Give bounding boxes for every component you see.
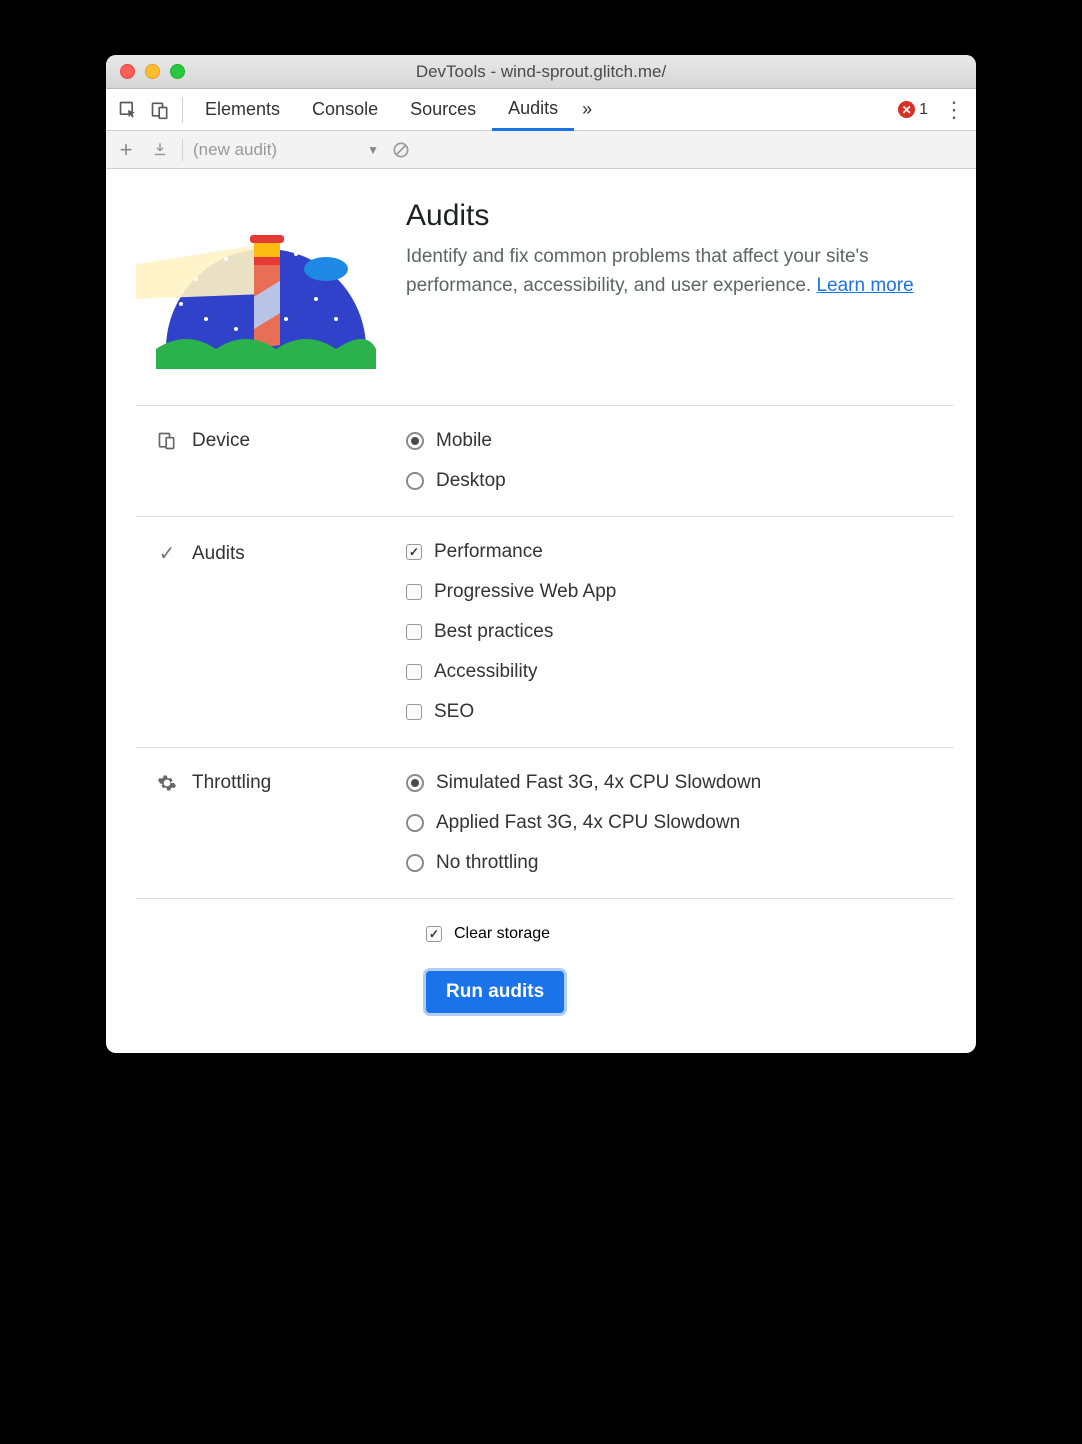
checkbox-icon: [406, 624, 422, 640]
section-label: Audits: [192, 543, 245, 565]
checkbox-icon: [426, 926, 442, 942]
tab-audits[interactable]: Audits: [492, 90, 574, 131]
section-device: Device Mobile Desktop: [136, 405, 954, 516]
checkbox-best-practices[interactable]: Best practices: [406, 621, 954, 643]
hero-text: Audits Identify and fix common problems …: [406, 199, 954, 379]
tab-sources[interactable]: Sources: [394, 89, 492, 130]
radio-no-throttling[interactable]: No throttling: [406, 852, 954, 874]
overflow-icon: »: [582, 99, 592, 120]
section-throttling: Throttling Simulated Fast 3G, 4x CPU Slo…: [136, 747, 954, 898]
checkbox-icon: [406, 704, 422, 720]
option-label: Desktop: [436, 470, 506, 492]
audit-select[interactable]: (new audit) ▼: [193, 140, 379, 160]
tab-elements[interactable]: Elements: [189, 89, 296, 130]
add-icon[interactable]: +: [114, 137, 138, 163]
actions: Clear storage Run audits: [136, 898, 954, 1013]
block-icon[interactable]: [389, 140, 413, 160]
radio-icon: [406, 432, 424, 450]
checkbox-icon: [406, 584, 422, 600]
checkbox-icon: [406, 544, 422, 560]
hero-desc-text: Identify and fix common problems that af…: [406, 246, 869, 296]
radio-mobile[interactable]: Mobile: [406, 430, 954, 452]
error-count-value: 1: [919, 101, 928, 119]
separator: [182, 97, 183, 123]
option-label: Best practices: [434, 621, 553, 643]
audit-select-value: (new audit): [193, 140, 277, 160]
check-icon: ✓: [156, 541, 178, 566]
error-icon: ✕: [898, 101, 915, 118]
devtools-window: DevTools - wind-sprout.glitch.me/ Elemen…: [106, 55, 976, 1053]
radio-icon: [406, 814, 424, 832]
device-toggle-icon[interactable]: [144, 94, 176, 126]
error-count[interactable]: ✕ 1: [898, 101, 928, 119]
minimize-icon[interactable]: [145, 64, 160, 79]
audits-toolbar: + (new audit) ▼: [106, 131, 976, 169]
audits-panel: Audits Identify and fix common problems …: [106, 169, 976, 1053]
option-label: Applied Fast 3G, 4x CPU Slowdown: [436, 812, 740, 834]
radio-simulated-3g[interactable]: Simulated Fast 3G, 4x CPU Slowdown: [406, 772, 954, 794]
inspect-icon[interactable]: [112, 94, 144, 126]
option-label: Simulated Fast 3G, 4x CPU Slowdown: [436, 772, 761, 794]
hero-title: Audits: [406, 199, 954, 233]
hero-desc: Identify and fix common problems that af…: [406, 243, 954, 300]
gear-icon: [156, 773, 178, 793]
titlebar: DevTools - wind-sprout.glitch.me/: [106, 55, 976, 89]
checkbox-pwa[interactable]: Progressive Web App: [406, 581, 954, 603]
radio-desktop[interactable]: Desktop: [406, 470, 954, 492]
tab-label: Console: [312, 99, 378, 120]
learn-more-link[interactable]: Learn more: [816, 275, 913, 296]
device-icon: [156, 431, 178, 451]
tab-label: Elements: [205, 99, 280, 120]
option-label: Performance: [434, 541, 543, 563]
option-label: Progressive Web App: [434, 581, 616, 603]
radio-icon: [406, 854, 424, 872]
section-label: Device: [192, 430, 250, 452]
checkbox-icon: [406, 664, 422, 680]
option-label: Mobile: [436, 430, 492, 452]
checkbox-clear-storage[interactable]: Clear storage: [426, 925, 550, 943]
run-audits-button[interactable]: Run audits: [426, 971, 564, 1013]
zoom-icon[interactable]: [170, 64, 185, 79]
radio-icon: [406, 774, 424, 792]
radio-applied-3g[interactable]: Applied Fast 3G, 4x CPU Slowdown: [406, 812, 954, 834]
kebab-menu-icon[interactable]: ⋮: [938, 94, 970, 126]
close-icon[interactable]: [120, 64, 135, 79]
option-label: Clear storage: [454, 925, 550, 943]
tab-label: Audits: [508, 98, 558, 119]
window-title: DevTools - wind-sprout.glitch.me/: [106, 62, 976, 82]
tab-console[interactable]: Console: [296, 89, 394, 130]
download-icon[interactable]: [148, 141, 172, 159]
checkbox-performance[interactable]: Performance: [406, 541, 954, 563]
tab-label: Sources: [410, 99, 476, 120]
option-label: No throttling: [436, 852, 538, 874]
window-controls: [106, 64, 185, 79]
option-label: SEO: [434, 701, 474, 723]
tabs-overflow[interactable]: »: [574, 89, 600, 130]
checkbox-seo[interactable]: SEO: [406, 701, 954, 723]
hero: Audits Identify and fix common problems …: [136, 199, 954, 405]
option-label: Accessibility: [434, 661, 537, 683]
lighthouse-illustration: [136, 199, 376, 379]
radio-icon: [406, 472, 424, 490]
panel-tabs: Elements Console Sources Audits » ✕ 1 ⋮: [106, 89, 976, 131]
separator: [182, 139, 183, 161]
section-label: Throttling: [192, 772, 271, 794]
chevron-down-icon: ▼: [367, 143, 379, 157]
checkbox-accessibility[interactable]: Accessibility: [406, 661, 954, 683]
section-audits: ✓ Audits Performance Progressive Web App…: [136, 516, 954, 747]
